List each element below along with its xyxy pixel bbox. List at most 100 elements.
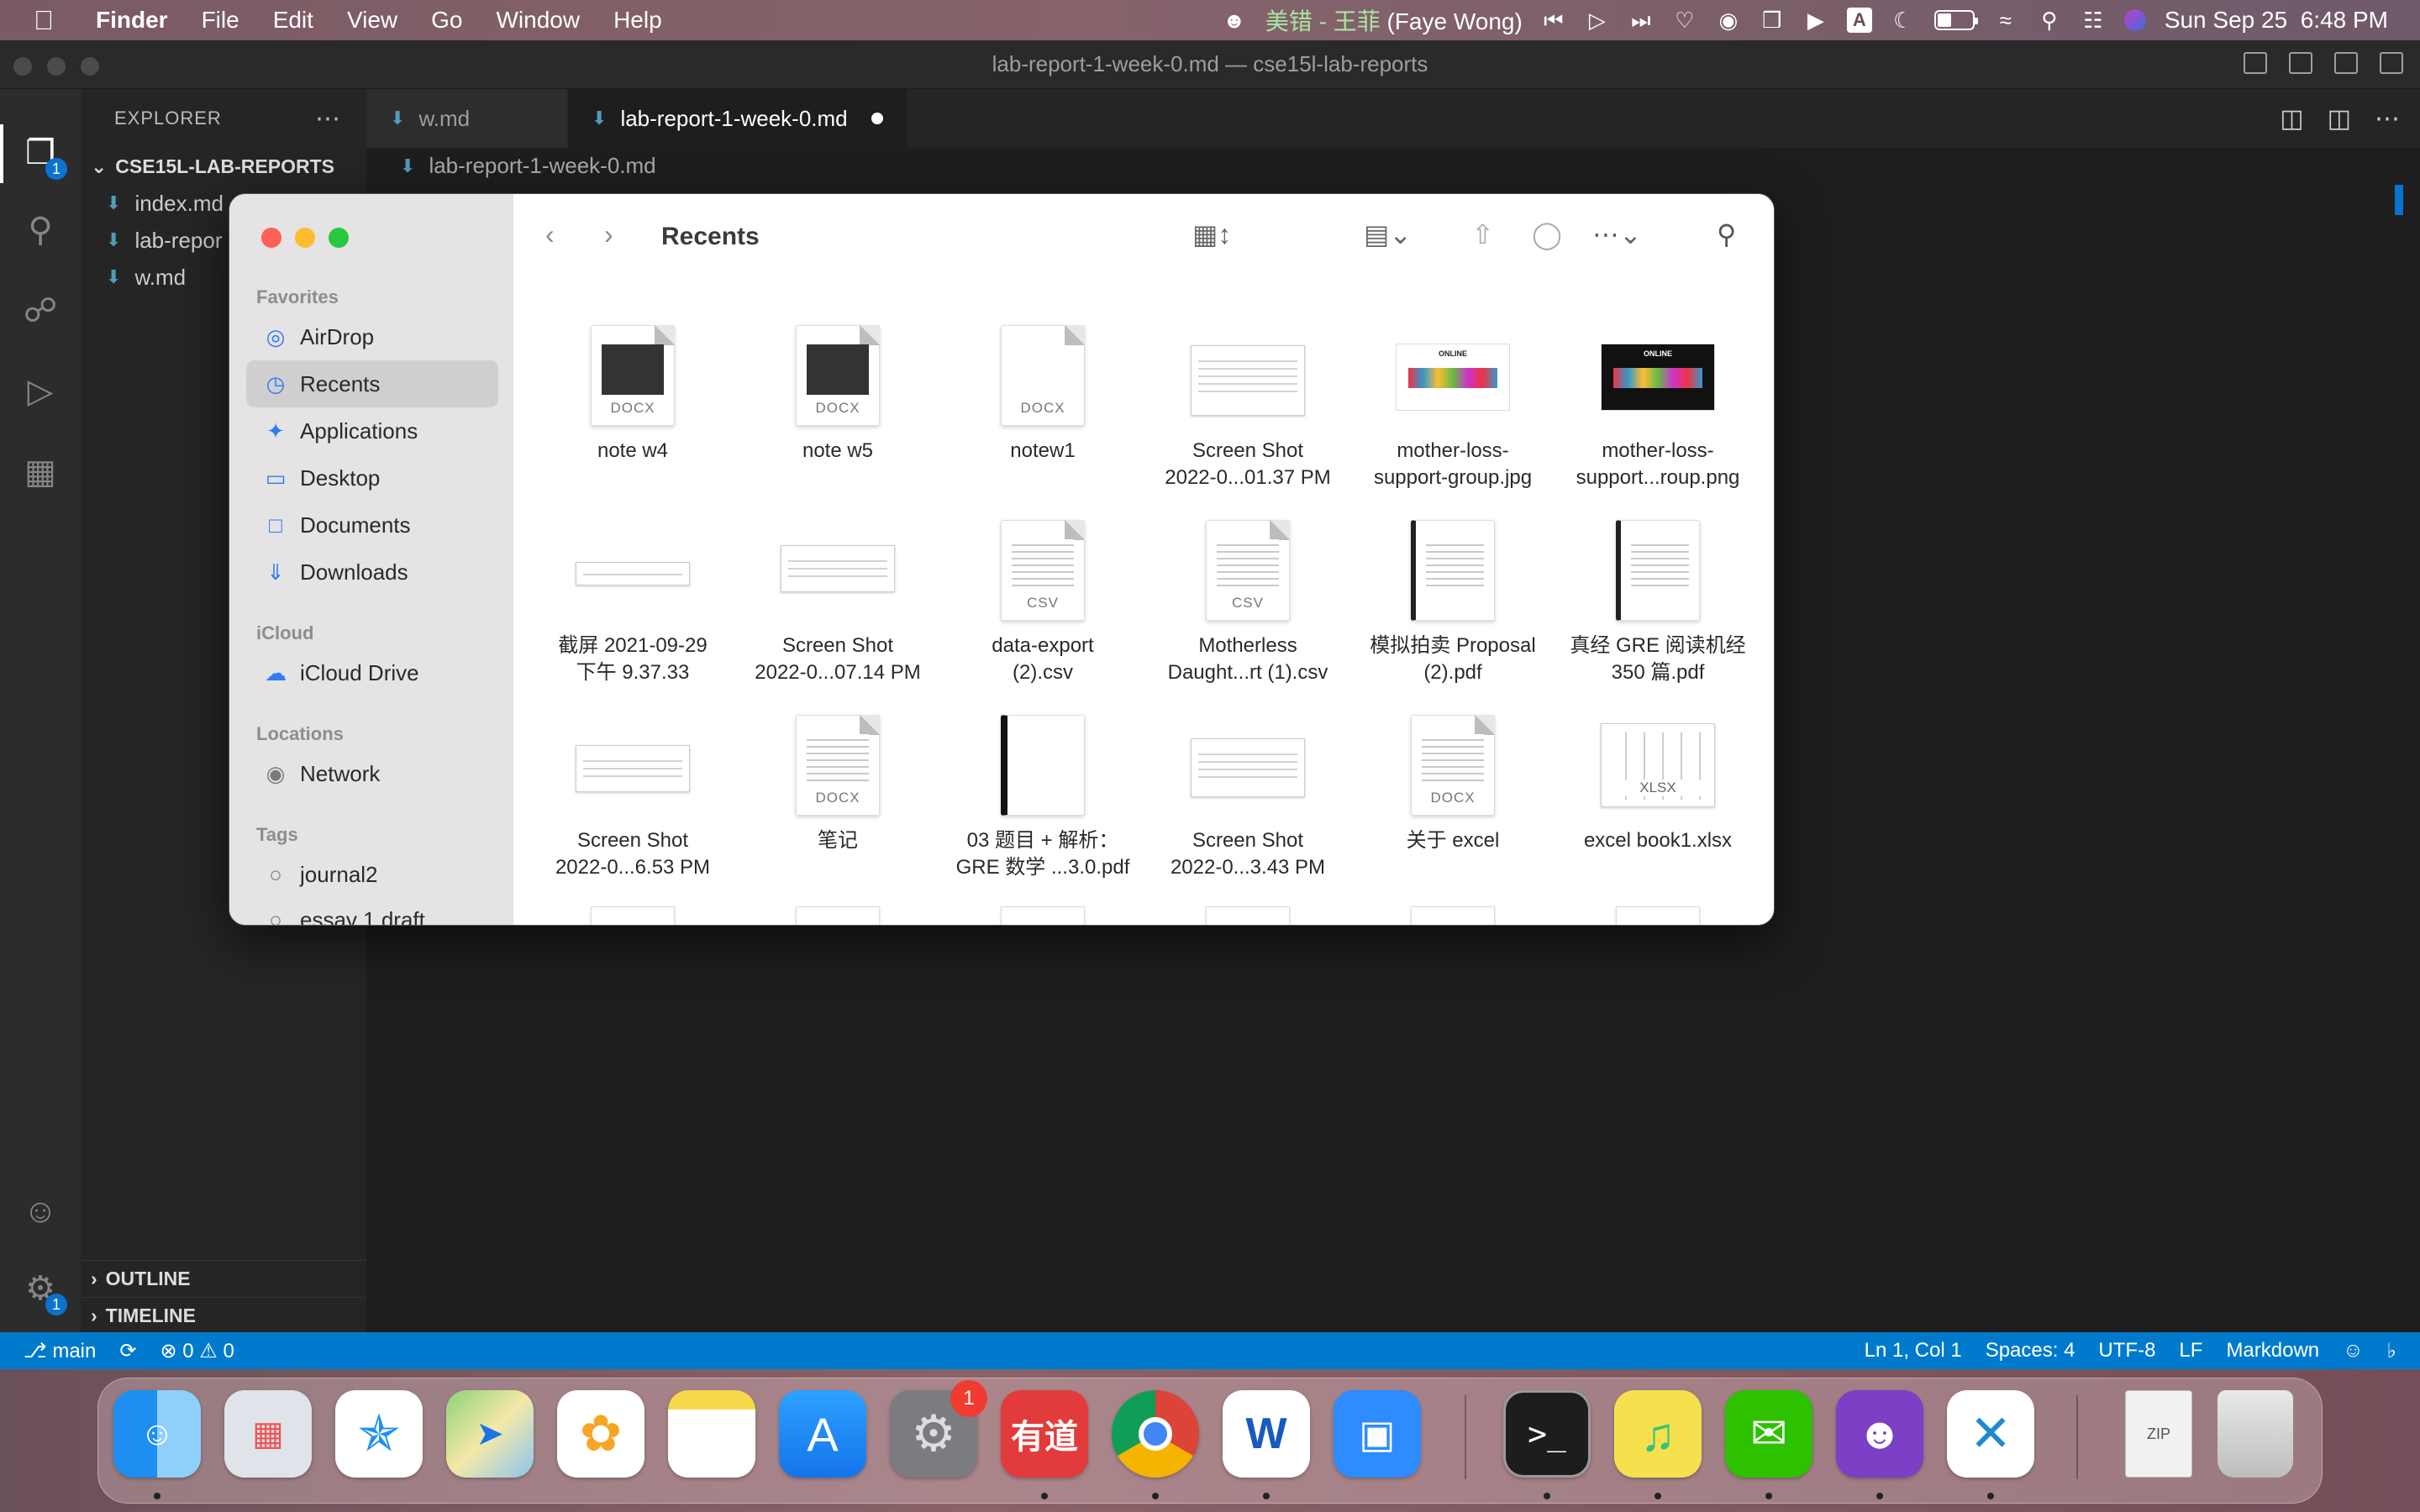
file-item[interactable]: DOCX note w4 [536,325,729,465]
file-item-partial[interactable] [1206,906,1290,925]
file-item[interactable]: 03 题目 + 解析： GRE 数学 ...3.0.pdf [946,715,1139,881]
back-chevron-icon[interactable]: ‹ [545,221,555,248]
file-item-partial[interactable] [796,906,880,925]
apple-menu-icon[interactable]:  [0,5,79,36]
line-ending[interactable]: LF [2167,1339,2214,1362]
sidebar-item-desktop[interactable]: ▭ Desktop [246,454,498,501]
file-item-partial[interactable] [591,906,675,925]
notifications-bell-icon[interactable]: ♭ [2375,1339,2408,1363]
explorer-icon[interactable]: ❐ 1 [17,129,67,180]
sidebar-item-airdrop[interactable]: ◎ AirDrop [246,313,498,360]
file-item-partial[interactable] [1411,906,1495,925]
search-icon[interactable]: ⚲ [17,207,64,254]
problems-indicator[interactable]: ⊗ 0 ⚠ 0 [148,1339,245,1363]
breadcrumb[interactable]: ⬇ lab-report-1-week-0.md [400,153,656,179]
open-preview-icon[interactable]: ◫ [2280,104,2303,134]
file-item[interactable]: ONLINE mother-loss- support-group.jpg [1356,325,1549,491]
battery-icon[interactable] [1933,10,1978,30]
file-item[interactable]: ONLINE mother-loss- support...roup.png [1561,325,1754,491]
menu-window[interactable]: Window [479,7,597,34]
cursor-position[interactable]: Ln 1, Col 1 [1853,1339,1974,1362]
previous-track-icon[interactable]: ⏮ [1541,8,1566,33]
menu-file[interactable]: File [185,7,256,34]
dock-chrome-icon[interactable] [1112,1390,1199,1478]
file-item[interactable]: DOCX note w5 [741,325,934,465]
feedback-icon[interactable]: ☺ [2331,1339,2375,1362]
next-track-icon[interactable]: ⏭ [1628,8,1654,33]
close-button[interactable] [261,228,281,248]
accounts-icon[interactable]: ☺ [17,1188,64,1235]
menu-view[interactable]: View [330,7,414,34]
sidebar-item-network[interactable]: ◉ Network [246,750,498,797]
wechat-status-icon[interactable]: ☻ [1222,8,1247,33]
encoding[interactable]: UTF-8 [2086,1339,2167,1362]
timeline-section[interactable]: › TIMELINE [81,1297,366,1334]
play-circle-icon[interactable]: ▶ [1803,8,1828,33]
icon-view-icon[interactable]: ▦↕ [1192,221,1231,248]
folder-header[interactable]: ⌄ CSE15L-LAB-REPORTS [81,148,366,185]
minimize-button[interactable] [295,228,315,248]
file-item[interactable]: Screen Shot 2022-0...6.53 PM [536,715,729,881]
file-item[interactable]: XLSX excel book1.xlsx [1561,715,1754,854]
dock-finder-icon[interactable]: ☺ [113,1390,201,1478]
extensions-icon[interactable]: ▦ [17,449,64,496]
wifi-icon[interactable]: ≈ [1993,8,2018,33]
menu-edit[interactable]: Edit [256,7,330,34]
file-item[interactable]: 截屏 2021-09-29 下午 9.37.33 [536,520,729,686]
settings-gear-icon[interactable]: ⚙ 1 [17,1265,67,1315]
dock-photos-icon[interactable]: ✿ [557,1390,644,1478]
group-by-icon[interactable]: ▤⌄ [1364,221,1412,248]
sidebar-item-applications[interactable]: ✦ Applications [246,407,498,454]
zoom-button[interactable] [81,57,99,76]
sidebar-item-tag-journal2[interactable]: ○ journal2 [246,851,498,898]
dock-safari-icon[interactable]: ✯ [335,1390,423,1478]
dock-zip-archive-icon[interactable]: ZIP [2125,1390,2192,1478]
dock-trash-icon[interactable] [2217,1390,2293,1478]
file-item[interactable]: CSV Motherless Daught...rt (1).csv [1151,520,1344,686]
language-mode[interactable]: Markdown [2214,1339,2331,1362]
globe-icon[interactable]: ◉ [1716,8,1741,33]
toggle-sidebar-icon[interactable] [2244,52,2267,74]
now-playing[interactable]: 美错 - 王菲 (Faye Wong) [1265,3,1523,37]
dock-word-icon[interactable]: W [1223,1390,1310,1478]
indentation[interactable]: Spaces: 4 [1974,1339,2087,1362]
close-button[interactable] [13,57,32,76]
sync-icon[interactable]: ⟳ [108,1339,148,1363]
file-item[interactable]: CSV data-export (2).csv [946,520,1139,686]
sidebar-item-documents[interactable]: □ Documents [246,501,498,549]
heart-icon[interactable]: ♡ [1672,8,1697,33]
toggle-secondary-sidebar-icon[interactable] [2334,52,2358,74]
dock-youdao-icon[interactable]: 有道 [1001,1390,1088,1478]
screen-mirror-icon[interactable]: ❒ [1760,8,1785,33]
play-icon[interactable]: ▷ [1585,8,1610,33]
dock-maps-icon[interactable]: ➤ [446,1390,534,1478]
file-item[interactable]: Screen Shot 2022-0...07.14 PM [741,520,934,686]
tag-icon[interactable]: ◯ [1532,221,1562,248]
control-center-icon[interactable]: ☷ [2081,8,2106,33]
tab-lab-report[interactable]: ⬇ lab-report-1-week-0.md [568,89,908,148]
file-item[interactable]: 模拟拍卖 Proposal (2).pdf [1356,520,1549,686]
dock-zoom-icon[interactable]: ▣ [1334,1390,1421,1478]
outline-section[interactable]: › OUTLINE [81,1260,366,1297]
sidebar-item-downloads[interactable]: ⇓ Downloads [246,549,498,596]
dock-launchpad-icon[interactable]: ▦ [224,1390,312,1478]
zoom-button[interactable] [329,228,349,248]
dock-app-store-icon[interactable]: A [779,1390,866,1478]
file-item[interactable]: DOCX notew1 [946,325,1139,465]
source-control-icon[interactable]: ☍ [17,287,64,334]
more-options-icon[interactable]: ⋯⌄ [1592,221,1642,248]
spotlight-icon[interactable]: ⚲ [2037,8,2062,33]
file-item[interactable]: Screen Shot 2022-0...3.43 PM [1151,715,1344,881]
dock-system-preferences-icon[interactable]: ⚙ 1 [890,1380,987,1478]
sidebar-item-recents[interactable]: ◷ Recents [246,360,498,407]
file-item[interactable]: Screen Shot 2022-0...01.37 PM [1151,325,1344,491]
app-menu-finder[interactable]: Finder [79,7,185,34]
file-item[interactable]: DOCX 笔记 [741,715,934,854]
dock-qq-music-icon[interactable]: ♫ [1614,1390,1702,1478]
branch-indicator[interactable]: ⎇ main [0,1339,108,1363]
input-source-icon[interactable]: A [1846,8,1872,33]
moon-icon[interactable]: ☾ [1891,8,1916,33]
minimize-button[interactable] [47,57,66,76]
file-item[interactable]: DOCX 关于 excel [1356,715,1549,854]
sidebar-item-tag-essay[interactable]: ○ essay 1 draft [246,896,498,926]
